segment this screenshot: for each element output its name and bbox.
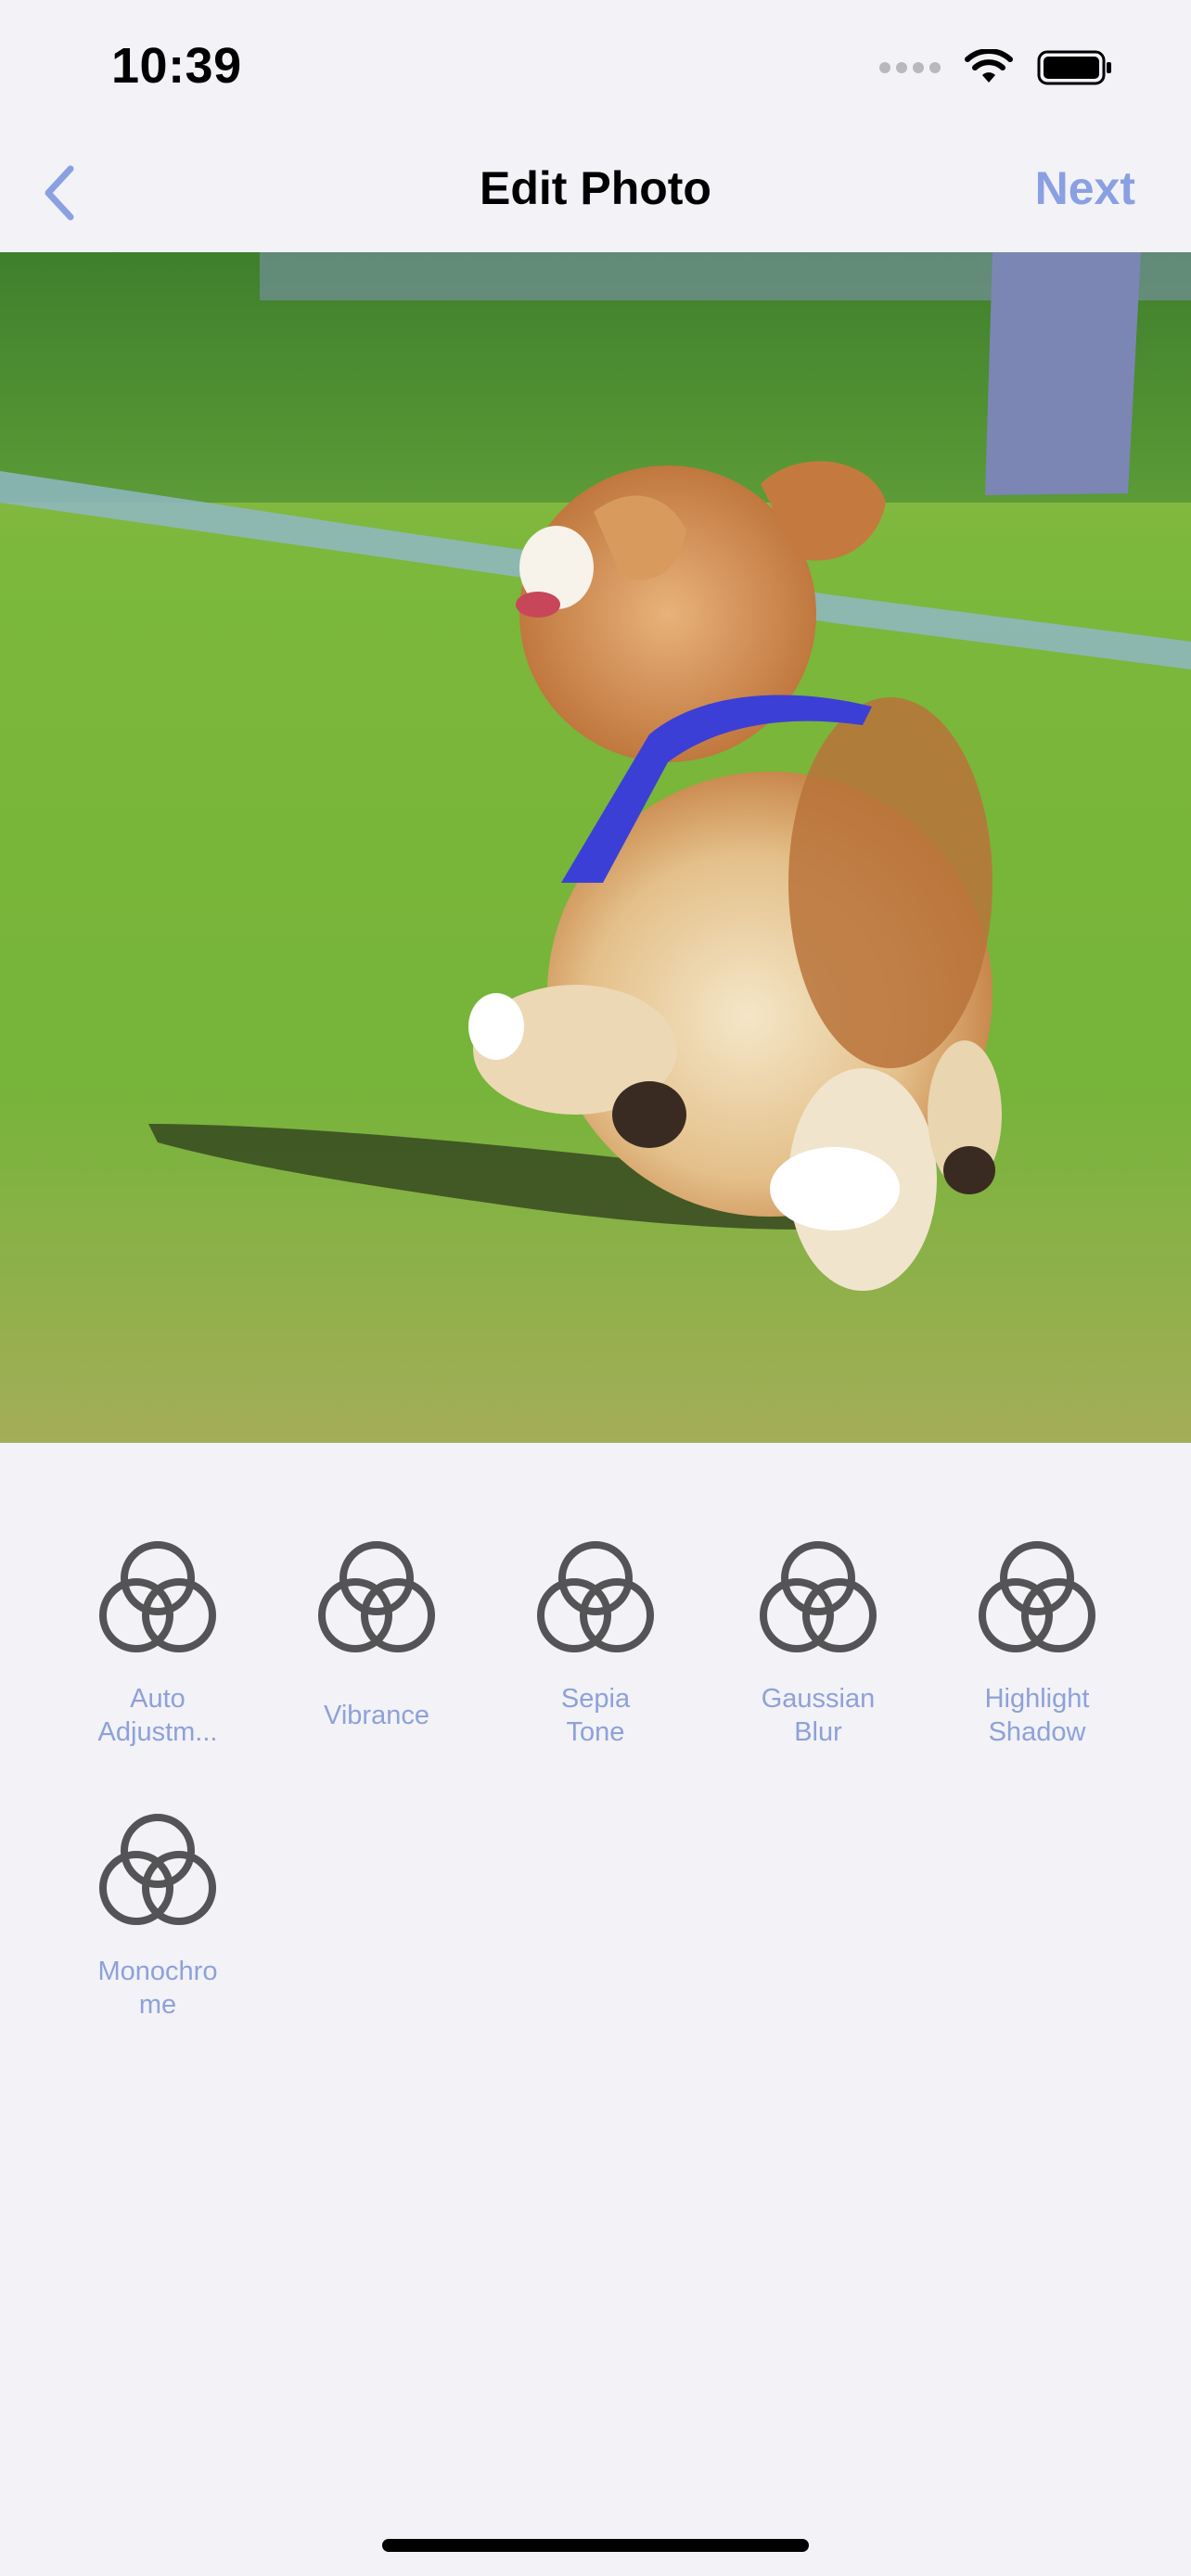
filter-vibrance[interactable]: Vibrance (275, 1530, 479, 1732)
photo-preview (0, 252, 1191, 1443)
filter-label: Auto Adjustm... (97, 1684, 218, 1747)
filter-gaussian-blur[interactable]: Gaussian Blur (716, 1530, 920, 1749)
three-circles-icon (537, 1541, 654, 1652)
three-circles-icon (760, 1541, 877, 1652)
status-time: 10:39 (111, 38, 242, 94)
next-button[interactable]: Next (1035, 161, 1135, 215)
three-circles-icon (99, 1814, 216, 1925)
filter-label: Gaussian Blur (761, 1684, 876, 1747)
filter-label: Sepia Tone (560, 1684, 631, 1747)
filter-auto-adjustment[interactable]: Auto Adjustm... (56, 1530, 260, 1749)
filter-label: Highlight Shadow (984, 1684, 1090, 1747)
filter-label: Monochro me (97, 1957, 218, 2020)
photo-image (0, 252, 1191, 1443)
nav-bar: Edit Photo Next (0, 130, 1191, 252)
wifi-icon (965, 49, 1013, 83)
filter-sepia-tone[interactable]: Sepia Tone (493, 1530, 698, 1749)
three-circles-icon (318, 1541, 435, 1652)
battery-icon (1037, 50, 1111, 85)
filter-highlight-shadow[interactable]: Highlight Shadow (935, 1530, 1139, 1749)
three-circles-icon (979, 1541, 1095, 1652)
status-bar: 10:39 (0, 0, 1191, 130)
filter-label: Vibrance (324, 1701, 429, 1730)
status-icons (879, 45, 1113, 91)
three-circles-icon (99, 1541, 216, 1652)
home-indicator[interactable] (382, 2539, 809, 2552)
page-title: Edit Photo (480, 162, 711, 214)
filter-monochrome[interactable]: Monochro me (56, 1803, 260, 2021)
signal-dots-icon (879, 62, 941, 73)
